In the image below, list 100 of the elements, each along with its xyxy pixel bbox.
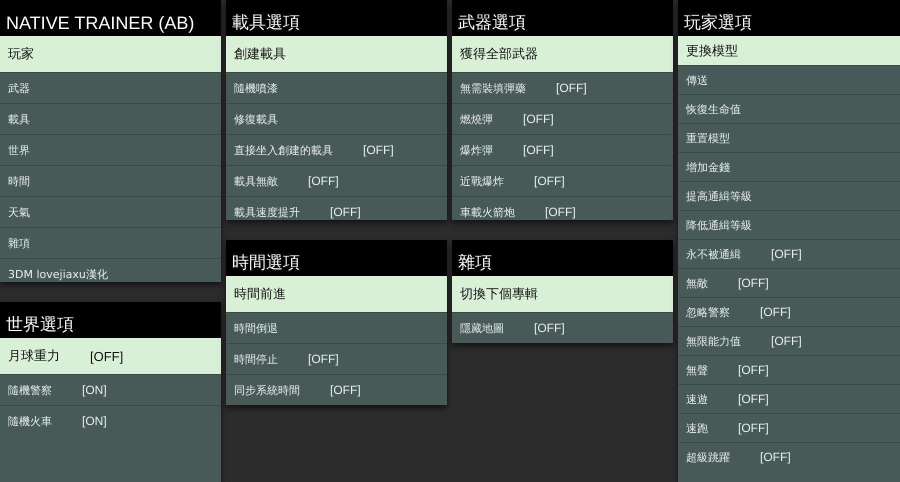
menu-item[interactable]: 同步系統時間 [OFF] (226, 374, 447, 405)
item-label: 武器 (8, 80, 30, 96)
item-label: 燃燒彈 (460, 112, 493, 126)
menu-item[interactable]: 傳送 (678, 65, 900, 94)
menu-item[interactable]: 時間前進 (226, 276, 447, 312)
menu-item[interactable]: 3DM lovejiaxu漢化 (0, 258, 221, 289)
menu-item[interactable]: 增加金錢 (678, 152, 900, 181)
menu-item[interactable]: 重置模型 (678, 123, 900, 152)
item-status: [OFF] (771, 334, 802, 348)
menu-item[interactable]: 雜項 (0, 227, 221, 258)
menu-item[interactable]: 永不被通緝 [OFF] (678, 239, 900, 268)
menu-item[interactable]: 車載火箭炮 [OFF] (452, 196, 673, 227)
menu-item[interactable]: 天氣 (0, 196, 221, 227)
menu-item[interactable]: 降低通緝等級 (678, 210, 900, 239)
menu-item[interactable]: 無限能力值 [OFF] (678, 326, 900, 355)
item-status: [OFF] (534, 321, 565, 335)
menu-item[interactable]: 獲得全部武器 (452, 36, 673, 72)
item-status: [OFF] (523, 143, 554, 157)
menu-title: 玩家選項 (684, 13, 752, 33)
menu-item[interactable]: 載具 (0, 103, 221, 134)
item-label: 時間 (8, 174, 30, 188)
menu-item[interactable]: 無敵 [OFF] (678, 268, 900, 297)
menu-item[interactable]: 世界 (0, 134, 221, 165)
item-status: [OFF] (330, 383, 361, 397)
item-label: 載具無敵 (234, 174, 278, 188)
menu-item[interactable]: 忽略警察 [OFF] (678, 297, 900, 326)
item-label: 重置模型 (686, 130, 730, 146)
item-status: [ON] (82, 383, 107, 397)
menu-item[interactable]: 切換下個專輯 (452, 276, 673, 312)
item-label: 切換下個專輯 (460, 286, 538, 303)
item-label: 世界 (8, 142, 30, 158)
menu-item[interactable]: 玩家 (0, 36, 221, 72)
item-status: [OFF] (330, 205, 361, 219)
item-label: 直接坐入創建的載具 (234, 142, 333, 158)
menu-item[interactable]: 隱藏地圖 [OFF] (452, 312, 673, 343)
item-label: 提高通緝等級 (686, 188, 752, 204)
menu-item[interactable]: 超級跳躍 [OFF] (678, 442, 900, 471)
item-label: 雜項 (8, 236, 30, 250)
item-label: 玩家 (8, 46, 34, 63)
menu-item[interactable]: 隨機警察 [ON] (0, 374, 221, 405)
item-status: [OFF] (363, 143, 394, 157)
menu-item[interactable]: 隨機火車 [ON] (0, 405, 221, 436)
item-label: 車載火箭炮 (460, 204, 515, 220)
menu-item[interactable]: 速遊 [OFF] (678, 384, 900, 413)
item-status: [OFF] (738, 276, 769, 290)
item-label: 無限能力值 (686, 334, 741, 348)
menu-item[interactable]: 無需裝填彈藥 [OFF] (452, 72, 673, 103)
menu-item[interactable]: 更換模型 (678, 36, 900, 65)
menu-item[interactable]: 月球重力 [OFF] (0, 338, 221, 374)
item-label: 更換模型 (686, 42, 738, 60)
item-label: 爆炸彈 (460, 142, 493, 158)
menu-item[interactable]: 載具速度提升 [OFF] (226, 196, 447, 227)
item-label: 速跑 (686, 420, 708, 436)
menu-title: 時間選項 (232, 253, 300, 273)
menu-item[interactable]: 爆炸彈 [OFF] (452, 134, 673, 165)
item-label: 隨機火車 (8, 414, 52, 428)
item-label: 恢復生命值 (686, 102, 741, 116)
menu-item[interactable]: 載具無敵 [OFF] (226, 165, 447, 196)
menu-item[interactable]: 隨機噴漆 (226, 72, 447, 103)
menu-item[interactable]: 提高通緝等級 (678, 181, 900, 210)
item-status: [OFF] (738, 421, 769, 435)
item-status: [OFF] (760, 450, 791, 464)
item-status: [OFF] (760, 305, 791, 319)
item-label: 隨機警察 (8, 382, 52, 398)
item-label: 修復載具 (234, 112, 278, 126)
menu-title: 武器選項 (458, 13, 526, 33)
menu-title: 世界選項 (6, 315, 74, 335)
menu-item[interactable]: 恢復生命值 (678, 94, 900, 123)
item-label: 3DM lovejiaxu漢化 (8, 266, 108, 282)
item-label: 載具速度提升 (234, 204, 300, 220)
item-label: 隨機噴漆 (234, 80, 278, 96)
menu-item[interactable]: 時間 (0, 165, 221, 196)
item-status: [OFF] (556, 81, 587, 95)
menu-item[interactable]: 武器 (0, 72, 221, 103)
menu-item[interactable]: 近戰爆炸 [OFF] (452, 165, 673, 196)
item-label: 時間前進 (234, 286, 286, 303)
item-label: 無敵 (686, 276, 708, 290)
item-status: [OFF] (738, 392, 769, 406)
menu-item[interactable]: 時間倒退 (226, 312, 447, 343)
menu-item[interactable]: 創建載具 (226, 36, 447, 72)
item-label: 同步系統時間 (234, 382, 300, 398)
item-label: 創建載具 (234, 46, 286, 63)
item-label: 永不被通緝 (686, 246, 741, 262)
item-label: 速遊 (686, 392, 708, 406)
item-label: 近戰爆炸 (460, 174, 504, 188)
menu-item[interactable]: 燃燒彈 [OFF] (452, 103, 673, 134)
item-label: 超級跳躍 (686, 450, 730, 464)
menu-item[interactable]: 時間停止 [OFF] (226, 343, 447, 374)
menu-item[interactable]: 無聲 [OFF] (678, 355, 900, 384)
menu-item[interactable]: 修復載具 (226, 103, 447, 134)
menu-item[interactable]: 直接坐入創建的載具 [OFF] (226, 134, 447, 165)
item-status: [OFF] (90, 348, 124, 364)
menu-title: 雜項 (458, 253, 492, 273)
item-status: [ON] (82, 414, 107, 428)
item-label: 降低通緝等級 (686, 218, 752, 232)
menu-item[interactable]: 速跑 [OFF] (678, 413, 900, 442)
menu-title: 載具選項 (232, 13, 300, 33)
item-label: 無需裝填彈藥 (460, 80, 526, 96)
item-status: [OFF] (738, 363, 769, 377)
item-label: 忽略警察 (686, 304, 730, 320)
